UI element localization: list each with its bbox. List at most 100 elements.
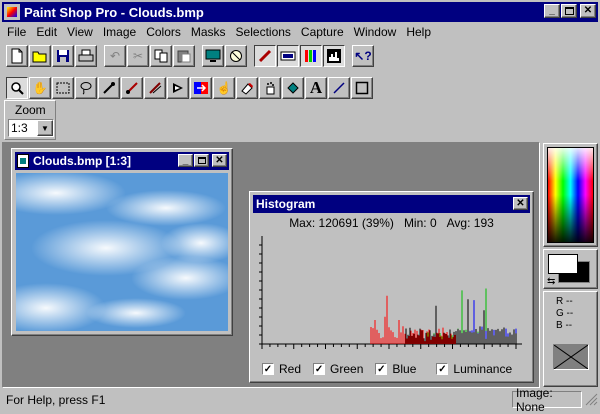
menu-view[interactable]: View [62, 25, 98, 39]
copy-button[interactable] [150, 45, 172, 67]
clone-brush-icon [149, 82, 162, 94]
histogram-close-button[interactable]: ✕ [513, 197, 528, 210]
green-value: G -- [556, 308, 574, 319]
maximize-icon [197, 157, 206, 164]
line-tool[interactable] [328, 77, 350, 99]
rectangle-icon [355, 81, 369, 95]
status-image: Image: None [512, 386, 582, 414]
maximize-button[interactable] [561, 4, 577, 18]
clone-brush-tool[interactable] [144, 77, 166, 99]
cut-button[interactable]: ✂ [127, 45, 149, 67]
close-icon: ✕ [215, 154, 224, 166]
eyedropper-icon [103, 82, 115, 94]
zoom-select[interactable]: 1:3 ▼ [8, 119, 54, 137]
histogram-series-luminance [405, 299, 517, 344]
app-title-bar[interactable]: Paint Shop Pro - Clouds.bmp _ ✕ [2, 2, 598, 22]
mover-tool[interactable]: ✋ [29, 77, 51, 99]
color-spectrum[interactable] [547, 147, 594, 243]
flood-fill-tool[interactable] [282, 77, 304, 99]
foreground-color-swatch[interactable] [548, 254, 578, 274]
dropper-tool[interactable] [98, 77, 120, 99]
luminance-label: Luminance [453, 362, 513, 376]
full-screen-button[interactable] [202, 45, 224, 67]
dropdown-arrow-icon[interactable]: ▼ [37, 120, 53, 136]
menu-help[interactable]: Help [401, 25, 436, 39]
no-color-icon [553, 344, 589, 370]
paintbrush-tool[interactable] [121, 77, 143, 99]
histogram-title-bar[interactable]: Histogram ✕ [253, 195, 530, 213]
toggle-style-bar-button[interactable] [277, 45, 299, 67]
open-button[interactable] [29, 45, 51, 67]
freehand-tool[interactable] [75, 77, 97, 99]
histogram-avg: Avg: 193 [446, 216, 494, 230]
clouds-image-canvas[interactable] [16, 173, 228, 331]
picture-tube-tool[interactable] [236, 77, 258, 99]
brush-tools-icon [258, 49, 272, 63]
text-a-icon: A [309, 78, 323, 97]
mdi-workspace[interactable]: Clouds.bmp [1:3] _ ✕ Histogram ✕ Max: 12… [2, 142, 540, 388]
text-tool[interactable]: A [305, 77, 327, 99]
histogram-icon [327, 49, 341, 63]
blue-checkbox[interactable]: ✓ Blue [375, 362, 416, 376]
luminance-checkbox[interactable]: ✓ Luminance [436, 362, 512, 376]
eraser-tool[interactable]: ☝ [213, 77, 235, 99]
checkmark-icon: ✓ [375, 363, 388, 375]
zoom-tool[interactable] [6, 77, 28, 99]
menu-file[interactable]: File [2, 25, 31, 39]
menu-capture[interactable]: Capture [296, 25, 349, 39]
color-replacer-tool[interactable] [167, 77, 189, 99]
normal-viewing-button[interactable] [225, 45, 247, 67]
save-button[interactable] [52, 45, 74, 67]
menu-edit[interactable]: Edit [31, 25, 62, 39]
undo-button[interactable]: ↶ [104, 45, 126, 67]
menu-window[interactable]: Window [349, 25, 402, 39]
histogram-max: Max: 120691 (39%) [289, 216, 394, 230]
minimize-button[interactable]: _ [544, 4, 560, 18]
selection-tool[interactable] [52, 77, 74, 99]
toggle-tool-palette-button[interactable] [254, 45, 276, 67]
menu-bar: File Edit View Image Colors Masks Select… [2, 22, 598, 41]
close-button[interactable]: ✕ [580, 4, 596, 18]
airbrush-tool[interactable] [259, 77, 281, 99]
toggle-color-palette-button[interactable] [300, 45, 322, 67]
green-checkbox[interactable]: ✓ Green [313, 362, 363, 376]
lasso-icon [80, 82, 92, 95]
color-picker-box [543, 143, 598, 247]
color-palette-panel: ⇆ R -- G -- B -- [543, 143, 598, 387]
swap-colors-icon[interactable]: ⇆ [547, 276, 555, 287]
image-maximize-button[interactable] [194, 154, 209, 167]
copy-icon [154, 49, 168, 63]
checkmark-icon: ✓ [313, 363, 326, 375]
menu-masks[interactable]: Masks [186, 25, 231, 39]
shapes-tool[interactable] [351, 77, 373, 99]
window-title: Paint Shop Pro - Clouds.bmp [24, 4, 204, 20]
image-window[interactable]: Clouds.bmp [1:3] _ ✕ [11, 148, 233, 336]
close-icon: ✕ [583, 5, 593, 16]
retouch-tool[interactable] [190, 77, 212, 99]
tool-palette: ✋ ☝ A [6, 75, 374, 101]
toggle-histogram-button[interactable] [323, 45, 345, 67]
color-values-box: R -- G -- B -- [543, 291, 598, 387]
rgb-readout: R -- G -- B -- [556, 296, 573, 332]
standard-toolbar: ↶ ✂ ↖? [6, 43, 375, 69]
checkmark-icon: ✓ [262, 363, 274, 375]
image-minimize-button[interactable]: _ [178, 154, 193, 167]
airbrush-icon [266, 82, 275, 95]
menu-selections[interactable]: Selections [231, 25, 296, 39]
histogram-window[interactable]: Histogram ✕ Max: 120691 (39%) Min: 0 Avg… [249, 191, 534, 383]
print-button[interactable] [75, 45, 97, 67]
red-checkbox[interactable]: ✓ Red [262, 362, 301, 376]
green-label: Green [330, 362, 364, 376]
paste-button[interactable] [173, 45, 195, 67]
eraser-icon [241, 83, 253, 95]
new-button[interactable] [6, 45, 28, 67]
image-window-title-bar[interactable]: Clouds.bmp [1:3] _ ✕ [15, 152, 229, 170]
printer-icon [78, 49, 94, 62]
paste-clipboard-icon [177, 50, 191, 63]
menu-colors[interactable]: Colors [141, 25, 186, 39]
context-help-button[interactable]: ↖? [352, 45, 374, 67]
resize-grip-icon[interactable] [584, 390, 598, 409]
menu-image[interactable]: Image [98, 25, 141, 39]
red-label: Red [279, 362, 302, 376]
image-close-button[interactable]: ✕ [212, 154, 227, 167]
